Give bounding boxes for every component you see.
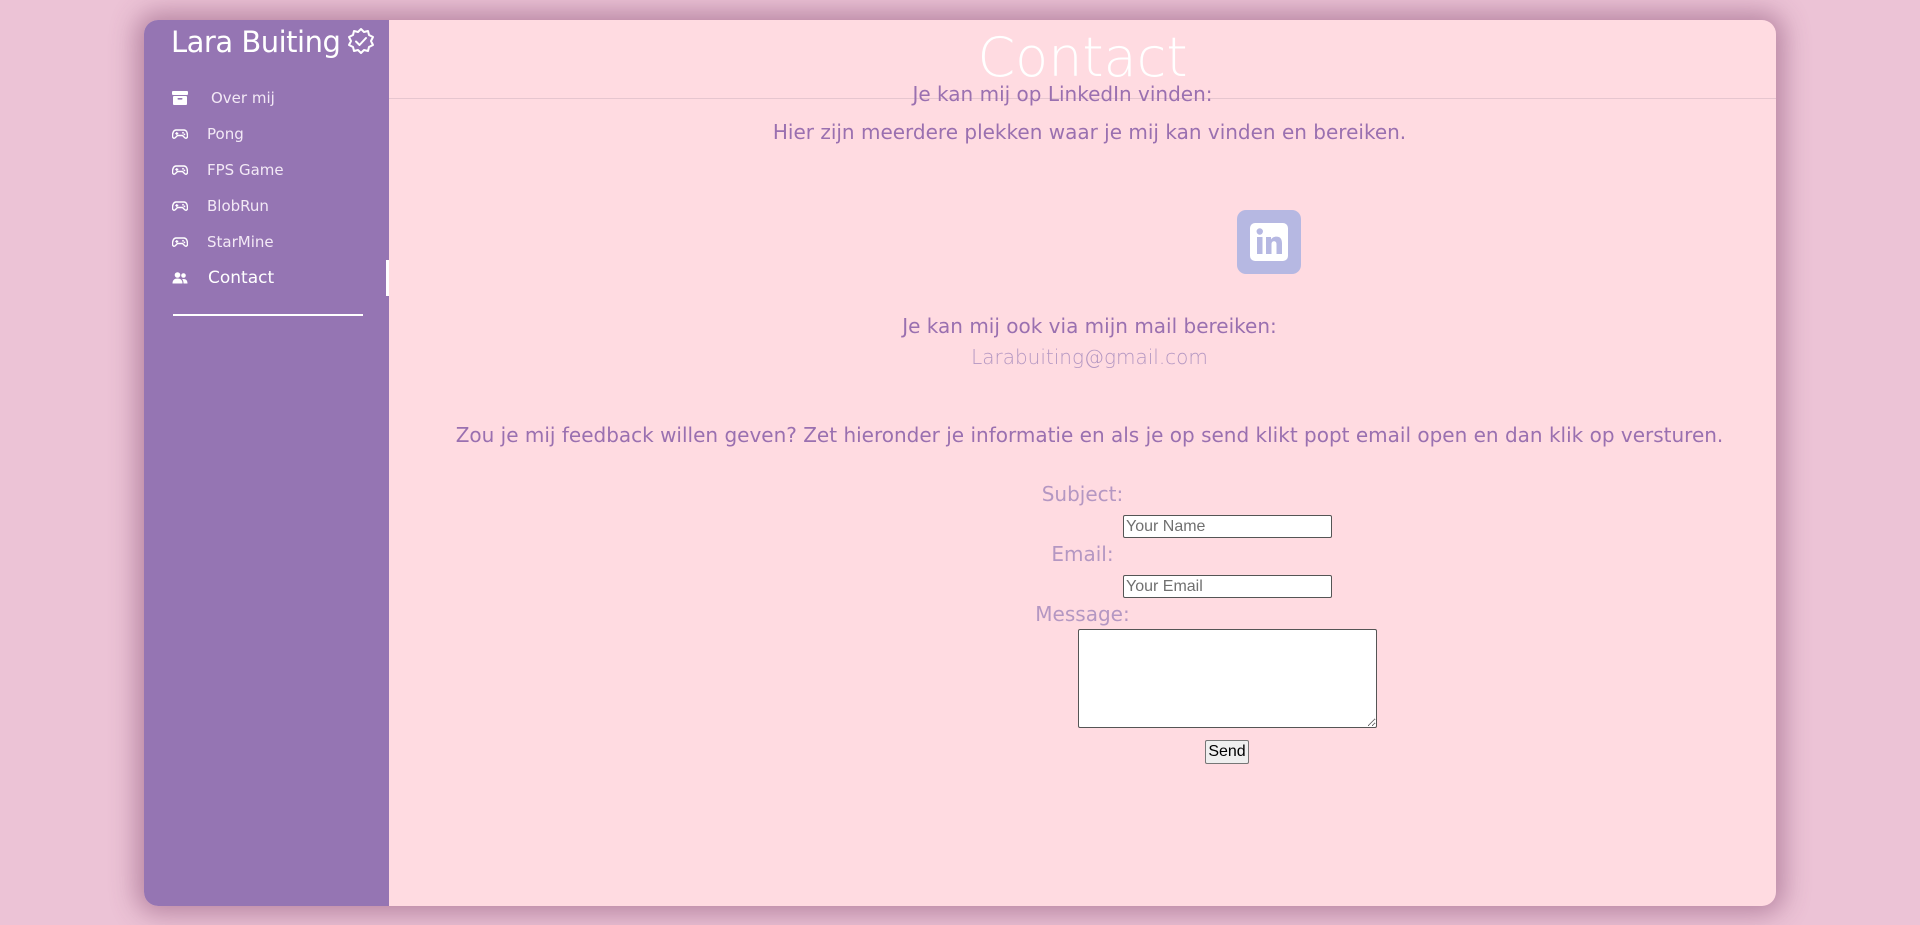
feedback-text: Zou je mij feedback willen geven? Zet hi… — [455, 423, 1724, 447]
app-window: Lara Buiting Over mij Pong FPS Game Blob… — [144, 20, 1776, 906]
brand[interactable]: Lara Buiting — [171, 22, 376, 62]
sidebar-item-label: BlobRun — [207, 197, 269, 215]
users-icon — [172, 272, 188, 284]
archive-icon — [172, 91, 188, 105]
page-title: Contact — [977, 26, 1188, 89]
subject-input[interactable] — [1123, 515, 1332, 538]
gamepad-icon — [172, 129, 188, 139]
brand-name: Lara Buiting — [171, 25, 341, 59]
sidebar-item-label: Contact — [208, 268, 275, 288]
sidebar-nav: Over mij Pong FPS Game BlobRun StarMine … — [144, 80, 389, 296]
sidebar-item-label: Over mij — [211, 89, 275, 107]
sidebar-item-fps-game[interactable]: FPS Game — [144, 152, 389, 188]
linkedin-icon — [1250, 223, 1288, 261]
intro-text: Hier zijn meerdere plekken waar je mij k… — [772, 120, 1407, 144]
sidebar-item-label: StarMine — [207, 233, 274, 251]
gamepad-icon — [172, 201, 188, 211]
linkedin-text: Je kan mij op LinkedIn vinden: — [912, 82, 1213, 106]
sidebar-item-label: Pong — [207, 125, 244, 143]
message-label: Message: — [1035, 602, 1130, 626]
email-label: Email: — [1051, 542, 1114, 566]
gamepad-icon — [172, 237, 188, 247]
gamepad-icon — [172, 165, 188, 175]
sidebar-item-pong[interactable]: Pong — [144, 116, 389, 152]
sidebar-divider — [173, 314, 363, 316]
send-button[interactable]: Send — [1205, 740, 1249, 764]
mail-heading: Je kan mij ook via mijn mail bereiken: — [902, 314, 1277, 338]
message-textarea[interactable] — [1078, 629, 1377, 728]
verified-badge-icon — [348, 28, 375, 54]
subject-label: Subject: — [1041, 482, 1124, 506]
mail-address-link[interactable]: Larabuiting@gmail.com — [403, 345, 1776, 369]
sidebar-item-contact[interactable]: Contact — [144, 260, 389, 296]
sidebar: Lara Buiting Over mij Pong FPS Game Blob… — [144, 20, 389, 906]
sidebar-item-label: FPS Game — [207, 161, 284, 179]
main-content: Contact Hier zijn meerdere plekken waar … — [389, 20, 1776, 906]
sidebar-item-blobrun[interactable]: BlobRun — [144, 188, 389, 224]
linkedin-button[interactable] — [1237, 210, 1301, 274]
sidebar-item-starmine[interactable]: StarMine — [144, 224, 389, 260]
email-input[interactable] — [1123, 575, 1332, 598]
